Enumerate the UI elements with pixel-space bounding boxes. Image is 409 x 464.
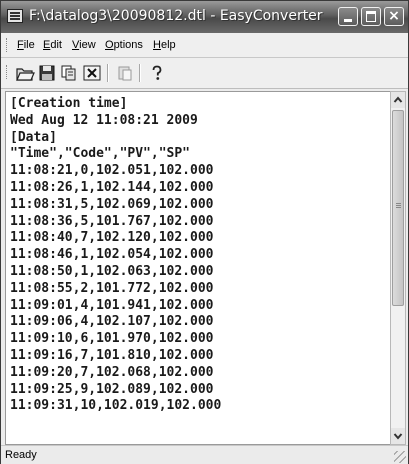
chevron-down-icon xyxy=(393,433,403,440)
text-line: 11:09:25,9,102.089,102.000 xyxy=(10,381,214,397)
status-text: Ready xyxy=(5,449,37,461)
close-button[interactable]: × xyxy=(384,7,404,26)
title-bar[interactable]: F:\datalog3\20090812.dtl - EasyConverter… xyxy=(1,1,408,33)
menu-options[interactable]: Options xyxy=(105,38,143,52)
menu-view-label: iew xyxy=(79,39,96,51)
text-line: 11:08:21,0,102.051,102.000 xyxy=(10,163,214,179)
scroll-up-button[interactable] xyxy=(391,92,405,108)
minimize-button[interactable] xyxy=(338,7,358,26)
menu-edit-label: dit xyxy=(50,39,62,51)
toolbar-separator xyxy=(107,64,109,82)
text-line: [Creation time] xyxy=(10,96,128,111)
menu-file[interactable]: File xyxy=(17,38,35,52)
text-lines: [Creation time] Wed Aug 12 11:08:21 2009[… xyxy=(10,96,221,415)
save-button[interactable] xyxy=(37,63,57,83)
text-line: 11:08:55,2,101.772,102.000 xyxy=(10,280,214,296)
scroll-down-button[interactable] xyxy=(391,428,405,444)
text-line: 11:09:10,6,101.970,102.000 xyxy=(10,331,214,347)
menu-file-label: ile xyxy=(23,39,35,51)
status-bar: Ready xyxy=(1,445,408,464)
open-button[interactable] xyxy=(15,63,35,83)
menu-help-mnemonic: H xyxy=(153,39,161,51)
chevron-up-icon xyxy=(393,96,403,103)
toolbar-separator-2 xyxy=(139,64,141,82)
window-title: F:\datalog3\20090812.dtl - EasyConverter xyxy=(29,8,323,24)
scroll-thumb[interactable] xyxy=(392,110,404,306)
close-icon: × xyxy=(388,8,400,24)
menu-bar: File Edit View Options Help xyxy=(1,33,408,58)
menu-edit[interactable]: Edit xyxy=(43,38,62,52)
excel-export-icon xyxy=(83,65,101,81)
text-line: 11:08:40,7,102.120,102.000 xyxy=(10,230,214,246)
save-icon xyxy=(39,65,55,81)
resize-grip-icon[interactable] xyxy=(394,451,406,463)
vertical-scrollbar[interactable] xyxy=(390,91,406,445)
menu-help[interactable]: Help xyxy=(153,38,176,52)
menu-grip[interactable] xyxy=(6,38,9,52)
menu-help-label: elp xyxy=(160,39,176,51)
excel-export-button[interactable] xyxy=(82,63,102,83)
copy-button[interactable] xyxy=(59,63,79,83)
text-line: 11:09:16,7,101.810,102.000 xyxy=(10,347,214,363)
copy-icon xyxy=(61,65,76,81)
paste-icon xyxy=(118,66,132,81)
menu-file-mnemonic: F xyxy=(17,39,24,51)
paste-button[interactable] xyxy=(115,63,135,83)
text-line: [Data] xyxy=(10,129,57,145)
help-icon xyxy=(152,65,162,80)
text-line: Wed Aug 12 11:08:21 2009 xyxy=(10,112,198,128)
text-line: 11:09:20,7,102.068,102.000 xyxy=(10,364,214,380)
menu-view[interactable]: View xyxy=(72,38,96,52)
text-line: 11:08:26,1,102.144,102.000 xyxy=(10,179,214,195)
app-icon xyxy=(7,9,23,23)
toolbar xyxy=(1,58,408,89)
help-button[interactable] xyxy=(147,63,167,83)
text-line: 11:09:01,4,101.941,102.000 xyxy=(10,297,214,313)
text-line: 11:09:06,4,102.107,102.000 xyxy=(10,314,214,330)
open-folder-icon xyxy=(16,68,35,81)
maximize-button[interactable] xyxy=(361,7,381,26)
text-line: 11:08:50,1,102.063,102.000 xyxy=(10,263,214,279)
text-line: 11:09:31,10,102.019,102.000 xyxy=(10,398,222,414)
text-line: 11:08:36,5,101.767,102.000 xyxy=(10,213,214,229)
toolbar-grip[interactable] xyxy=(6,65,9,79)
menu-options-label: ptions xyxy=(113,39,143,51)
text-line: 11:08:31,5,102.069,102.000 xyxy=(10,196,214,212)
app-window: F:\datalog3\20090812.dtl - EasyConverter… xyxy=(0,0,409,464)
text-line: "Time","Code","PV","SP" xyxy=(10,146,191,162)
text-line: 11:08:46,1,102.054,102.000 xyxy=(10,247,214,263)
text-view[interactable]: [Creation time] Wed Aug 12 11:08:21 2009[… xyxy=(5,91,392,445)
menu-options-mnemonic: O xyxy=(105,39,114,51)
